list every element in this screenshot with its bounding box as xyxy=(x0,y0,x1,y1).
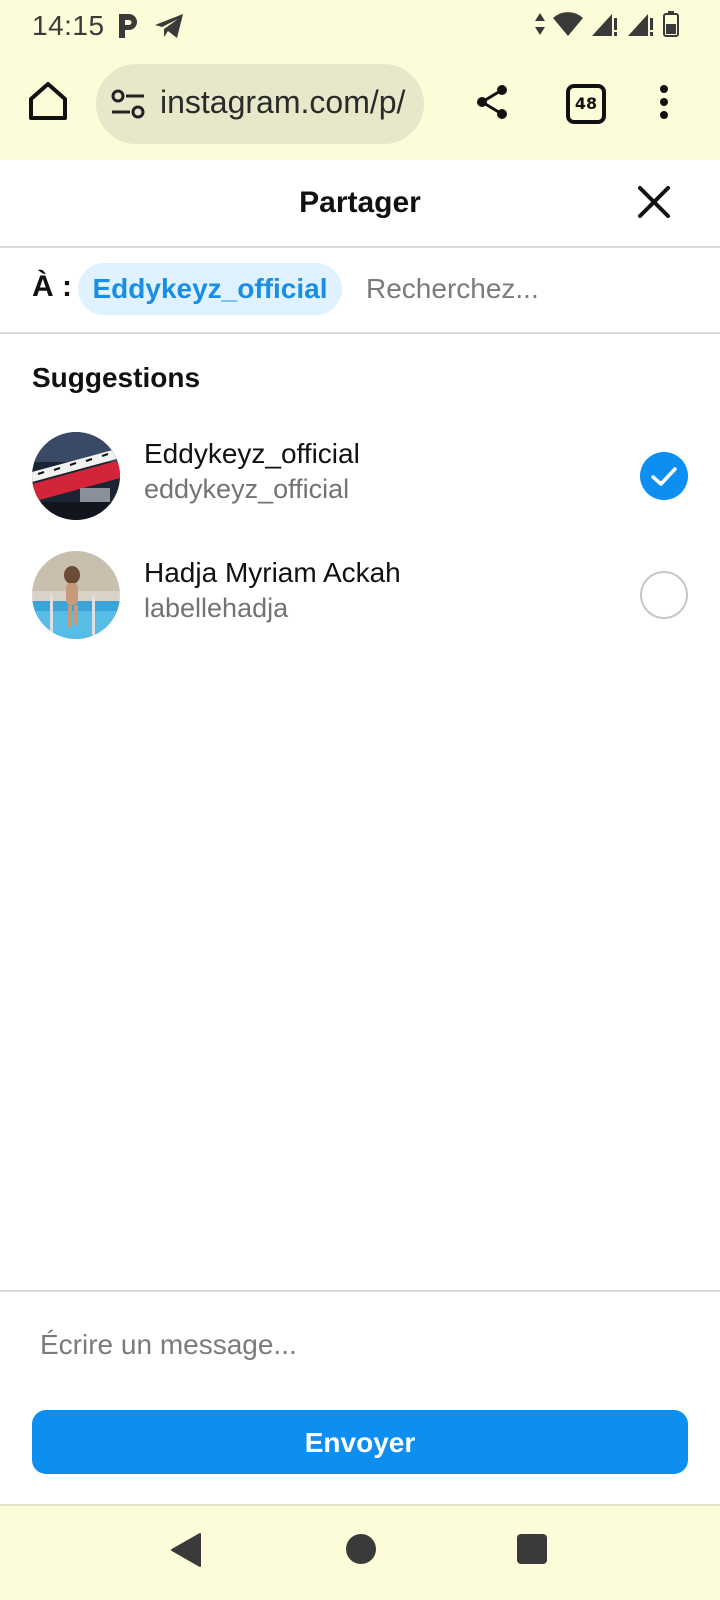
status-icons-left xyxy=(115,12,185,40)
tab-switcher-button[interactable]: 48 xyxy=(566,84,606,124)
recipients-row: À : Eddykeyz_official xyxy=(0,248,720,334)
avatar-pool-photo xyxy=(32,551,120,639)
app-root: 14:15 instagram.com/p/ 48 Partager À: E… xyxy=(0,0,720,1600)
signal-icon xyxy=(628,14,653,36)
suggestion-item[interactable]: Hadja Myriam Ackah labellehadja xyxy=(0,545,720,645)
share-header: Partager xyxy=(0,160,720,248)
to-label: À : xyxy=(32,270,72,303)
signal-icon xyxy=(592,14,617,36)
wifi-icon xyxy=(553,12,583,36)
compose-area: Envoyer xyxy=(0,1290,720,1506)
share-title: Partager xyxy=(299,186,421,219)
avatar xyxy=(32,432,120,520)
url-bar-row: instagram.com/p/ 48 xyxy=(0,62,720,144)
battery-icon xyxy=(663,11,679,37)
suggestions-heading: Suggestions xyxy=(32,362,201,393)
suggestion-name: Hadja Myriam Ackah xyxy=(144,557,401,588)
overflow-menu-icon[interactable] xyxy=(646,82,682,122)
data-arrows-icon xyxy=(535,13,545,35)
site-info-icon[interactable] xyxy=(110,86,146,122)
home-icon[interactable] xyxy=(26,79,70,123)
share-icon[interactable] xyxy=(472,82,512,122)
suggestion-username: labellehadja xyxy=(144,593,289,623)
suggestion-item[interactable]: Eddykeyz_official eddykeyz_official xyxy=(0,426,720,526)
system-navigation-bar xyxy=(0,1504,720,1600)
browser-chrome: 14:15 instagram.com/p/ 48 xyxy=(0,0,720,162)
recents-icon[interactable] xyxy=(517,1534,547,1564)
suggestion-username: eddykeyz_official xyxy=(144,474,350,504)
status-bar: 14:15 xyxy=(0,0,720,52)
home-nav-icon[interactable] xyxy=(346,1534,376,1564)
select-checkbox-unchecked[interactable] xyxy=(640,571,688,619)
recipient-search-input[interactable] xyxy=(366,266,696,312)
select-checkbox-checked[interactable] xyxy=(640,452,688,500)
status-icons-right xyxy=(534,10,680,38)
suggestion-name: Eddykeyz_official xyxy=(144,438,360,469)
status-time: 14:15 xyxy=(32,10,105,41)
avatar xyxy=(32,551,120,639)
telegram-icon xyxy=(155,14,183,38)
back-icon[interactable] xyxy=(170,1532,202,1568)
close-icon[interactable] xyxy=(634,182,674,222)
avatar-keyboard-image xyxy=(32,432,120,520)
message-input[interactable] xyxy=(40,1322,680,1368)
selected-recipient-chip[interactable]: Eddykeyz_official xyxy=(78,263,342,315)
url-text[interactable]: instagram.com/p/ xyxy=(160,84,408,121)
checkmark-icon xyxy=(651,467,677,486)
parking-icon xyxy=(119,14,137,38)
send-button[interactable]: Envoyer xyxy=(32,1410,688,1474)
address-bar[interactable]: instagram.com/p/ xyxy=(96,64,424,144)
